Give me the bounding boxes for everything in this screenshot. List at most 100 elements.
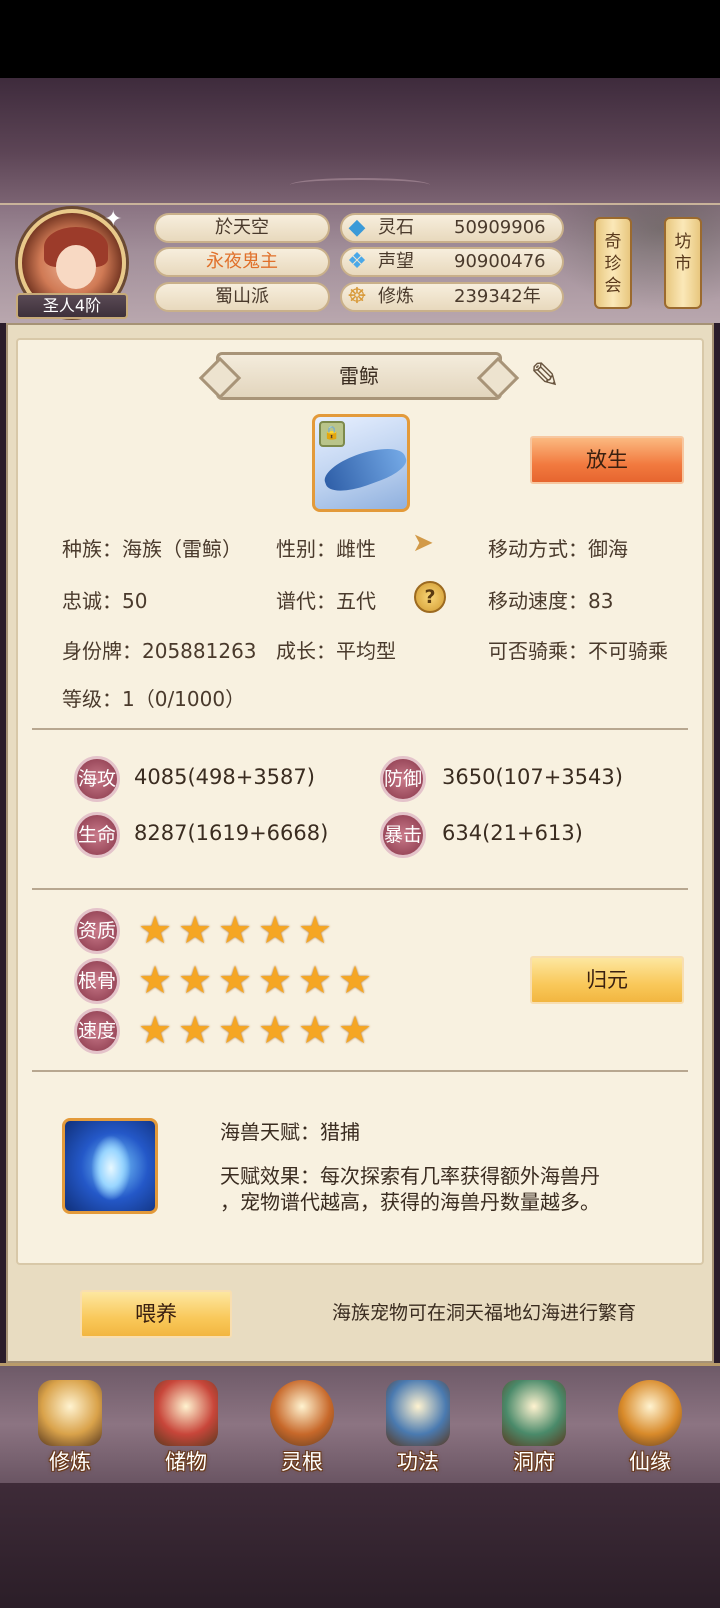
stat-badge-crit: 暴击 bbox=[380, 812, 426, 858]
nav-label: 储物 bbox=[165, 1450, 207, 1474]
rename-quill-icon[interactable]: ✎ bbox=[530, 356, 582, 398]
star-icon: ★ bbox=[178, 908, 213, 952]
player-header: ✦ 圣人4阶 於天空 永夜鬼主 蜀山派 ◆ 灵石 50909906 ❖ 声望 9… bbox=[0, 203, 720, 325]
nav-spirit-root[interactable]: 灵根 bbox=[252, 1376, 352, 1480]
rating-stars-speed: ★ ★ ★ ★ ★ ★ bbox=[138, 1010, 378, 1050]
info-gender: 性别：雌性 bbox=[276, 537, 376, 561]
talent-skill-icon[interactable] bbox=[62, 1118, 158, 1214]
storage-bag-icon bbox=[154, 1380, 218, 1446]
breeding-note: 海族宠物可在洞天福地幻海进行繁育 bbox=[332, 1302, 637, 1324]
star-icon: ★ bbox=[298, 908, 333, 952]
star-icon: ★ bbox=[338, 958, 373, 1002]
star-icon: ★ bbox=[138, 1008, 173, 1052]
stat-value-health: 8287(1619+6668) bbox=[134, 821, 329, 845]
top-decoration bbox=[0, 78, 720, 203]
nav-cave[interactable]: 洞府 bbox=[484, 1376, 584, 1480]
button-char: 坊 bbox=[674, 232, 692, 252]
resource-cultivation: ☸ 修炼 239342年 bbox=[340, 282, 564, 312]
gender-swap-icon[interactable]: ➤ bbox=[412, 528, 442, 558]
rating-badge-speed: 速度 bbox=[74, 1008, 120, 1054]
resource-value: 239342年 bbox=[454, 286, 541, 307]
spirit-root-icon bbox=[270, 1380, 334, 1446]
stat-value-crit: 634(21+613) bbox=[442, 821, 583, 845]
help-icon[interactable]: ? bbox=[414, 581, 446, 613]
lock-icon[interactable]: 🔒 bbox=[319, 421, 345, 447]
star-icon: ★ bbox=[298, 958, 333, 1002]
bottom-decoration bbox=[0, 1483, 720, 1608]
resource-reputation: ❖ 声望 90900476 bbox=[340, 247, 564, 277]
star-icon: ★ bbox=[258, 1008, 293, 1052]
button-char: 市 bbox=[674, 254, 692, 274]
crystal-icon: ◆ bbox=[348, 215, 366, 240]
talent-effect-line-2: ，宠物谱代越高，获得的海兽丹数量越多。 bbox=[220, 1190, 600, 1214]
stat-value-sea-attack: 4085(498+3587) bbox=[134, 765, 315, 789]
reputation-icon: ❖ bbox=[347, 249, 367, 274]
player-title: 永夜鬼主 bbox=[154, 247, 330, 277]
star-icon: ★ bbox=[218, 958, 253, 1002]
player-sect: 蜀山派 bbox=[154, 282, 330, 312]
cultivation-icon bbox=[38, 1380, 102, 1446]
nav-label: 功法 bbox=[397, 1450, 439, 1474]
talent-effect-line-1: 天赋效果：每次探索有几率获得额外海兽丹 bbox=[220, 1164, 600, 1188]
resource-label: 修炼 bbox=[378, 286, 414, 307]
info-growth: 成长：平均型 bbox=[276, 639, 396, 663]
resource-spirit-stone: ◆ 灵石 50909906 bbox=[340, 213, 564, 243]
stat-badge-health: 生命 bbox=[74, 812, 120, 858]
info-move-type: 移动方式：御海 bbox=[488, 537, 628, 561]
star-icon: ★ bbox=[138, 908, 173, 952]
talent-name: 海兽天赋：猎捕 bbox=[220, 1120, 360, 1144]
nav-label: 修炼 bbox=[49, 1450, 91, 1474]
info-race: 种族：海族（雷鲸） bbox=[62, 537, 242, 561]
divider bbox=[32, 728, 688, 730]
nav-label: 洞府 bbox=[513, 1450, 555, 1474]
nav-label: 灵根 bbox=[281, 1450, 323, 1474]
info-rideable: 可否骑乘：不可骑乘 bbox=[488, 639, 668, 663]
whale-icon bbox=[320, 439, 407, 499]
pet-name-plate: 雷鲸 bbox=[216, 352, 502, 400]
nav-cultivation[interactable]: 修炼 bbox=[20, 1376, 120, 1480]
treasure-pavilion-button[interactable]: 奇 珍 会 bbox=[594, 217, 632, 309]
nav-technique[interactable]: 功法 bbox=[368, 1376, 468, 1480]
button-char: 珍 bbox=[604, 254, 622, 274]
button-char: 奇 bbox=[604, 232, 622, 252]
wing-icon: ✦ bbox=[104, 207, 123, 232]
technique-book-icon bbox=[386, 1380, 450, 1446]
nav-label: 仙缘 bbox=[629, 1450, 671, 1474]
resource-value: 50909906 bbox=[454, 217, 546, 238]
divider bbox=[32, 888, 688, 890]
rating-badge-bone: 根骨 bbox=[74, 958, 120, 1004]
feed-button[interactable]: 喂养 bbox=[80, 1290, 232, 1338]
stat-value-defense: 3650(107+3543) bbox=[442, 765, 623, 789]
button-char: 会 bbox=[604, 276, 622, 296]
pet-portrait[interactable]: 🔒 bbox=[312, 414, 410, 512]
star-icon: ★ bbox=[218, 908, 253, 952]
divider bbox=[32, 1070, 688, 1072]
resource-value: 90900476 bbox=[454, 251, 546, 272]
status-bar-area bbox=[0, 0, 720, 78]
star-icon: ★ bbox=[258, 958, 293, 1002]
rank-label: 圣人4阶 bbox=[16, 293, 128, 319]
nav-storage[interactable]: 储物 bbox=[136, 1376, 236, 1480]
gourd-icon bbox=[618, 1380, 682, 1446]
market-button[interactable]: 坊 市 bbox=[664, 217, 702, 309]
info-loyalty: 忠诚：50 bbox=[62, 589, 148, 613]
release-button[interactable]: 放生 bbox=[530, 436, 684, 484]
star-icon: ★ bbox=[338, 1008, 373, 1052]
player-name: 於天空 bbox=[154, 213, 330, 243]
info-generation: 谱代：五代 bbox=[276, 589, 376, 613]
rating-badge-aptitude: 资质 bbox=[74, 908, 120, 954]
star-icon: ★ bbox=[138, 958, 173, 1002]
star-icon: ★ bbox=[258, 908, 293, 952]
stat-badge-defense: 防御 bbox=[380, 756, 426, 802]
rating-stars-aptitude: ★ ★ ★ ★ ★ bbox=[138, 910, 338, 950]
reset-button[interactable]: 归元 bbox=[530, 956, 684, 1004]
stat-badge-sea-attack: 海攻 bbox=[74, 756, 120, 802]
star-icon: ★ bbox=[178, 1008, 213, 1052]
star-icon: ★ bbox=[298, 1008, 333, 1052]
info-move-speed: 移动速度：83 bbox=[488, 589, 614, 613]
star-icon: ★ bbox=[218, 1008, 253, 1052]
rating-stars-bone: ★ ★ ★ ★ ★ ★ bbox=[138, 960, 378, 1000]
resource-label: 声望 bbox=[378, 251, 414, 272]
info-level: 等级：1（0/1000） bbox=[62, 687, 246, 711]
nav-fate[interactable]: 仙缘 bbox=[600, 1376, 700, 1480]
